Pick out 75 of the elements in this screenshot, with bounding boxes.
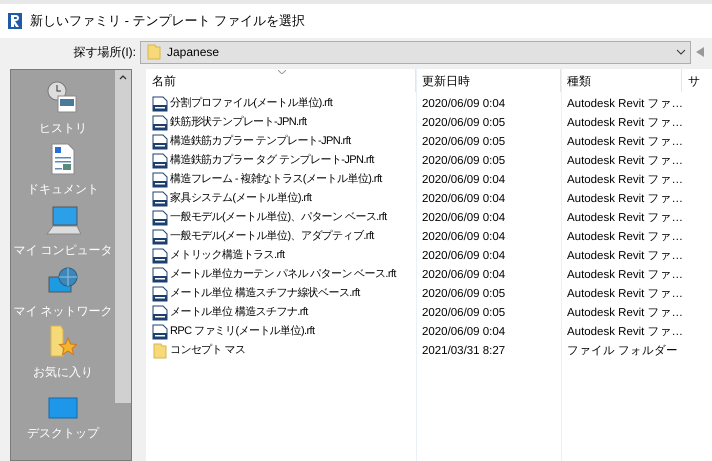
file-name[interactable]: メートル単位カーテン パネル パターン ベース.rft [170, 266, 396, 283]
folder-icon [147, 44, 161, 60]
modified-date: 2020/06/09 0:04 [422, 230, 506, 243]
location-dropdown[interactable]: Japanese [140, 40, 691, 64]
rft-file-icon [152, 266, 168, 282]
column-header[interactable]: 種類 [567, 72, 591, 90]
rft-file-icon [152, 152, 168, 168]
rft-file-icon [152, 324, 168, 340]
rft-file-icon [152, 172, 168, 188]
file-name[interactable]: 構造フレーム - 複雑なトラス(メートル単位).rft [170, 171, 382, 188]
modified-date: 2021/03/31 8:27 [422, 344, 506, 357]
modified-date: 2020/06/09 0:05 [422, 154, 506, 167]
folder-icon [153, 342, 167, 358]
desktop-icon [48, 397, 78, 419]
rft-file-icon [152, 248, 168, 264]
rft-file-icon [152, 210, 168, 226]
rft-file-icon [152, 190, 168, 206]
rft-file-icon [152, 228, 168, 244]
document-icon [51, 143, 75, 175]
scrollbar[interactable] [115, 70, 131, 403]
file-name[interactable]: 分割プロファイル(メートル単位).rft [170, 95, 332, 112]
location-value: Japanese [167, 44, 220, 61]
file-type: Autodesk Revit ファ… [567, 212, 684, 224]
modified-date: 2020/06/09 0:04 [422, 98, 506, 110]
scroll-up-icon[interactable] [119, 75, 127, 80]
modified-date: 2020/06/09 0:05 [422, 288, 506, 300]
modified-date: 2020/06/09 0:04 [422, 250, 506, 262]
file-name[interactable]: メトリック構造トラス.rft [170, 247, 284, 264]
rft-file-icon [152, 134, 168, 150]
file-type: Autodesk Revit ファ… [567, 230, 684, 243]
file-type: Autodesk Revit ファ… [567, 136, 684, 148]
file-name[interactable]: 構造鉄筋カプラー タグ テンプレート-JPN.rft [170, 152, 374, 169]
file-name[interactable]: 構造鉄筋カプラー テンプレート-JPN.rft [170, 133, 351, 150]
file-type: Autodesk Revit ファ… [567, 288, 684, 300]
column-header[interactable]: 更新日時 [422, 72, 470, 90]
rft-file-icon [152, 114, 168, 130]
file-type: Autodesk Revit ファ… [567, 326, 684, 338]
column-header[interactable]: 名前 [152, 72, 176, 90]
modified-date: 2020/06/09 0:04 [422, 326, 506, 338]
file-name[interactable]: 一般モデル(メートル単位)、パターン ベース.rft [170, 209, 387, 226]
file-type: Autodesk Revit ファ… [567, 250, 684, 262]
file-type: ファイル フォルダー [567, 344, 678, 357]
modified-date: 2020/06/09 0:05 [422, 116, 506, 129]
file-type: Autodesk Revit ファ… [567, 192, 684, 205]
sort-indicator-icon [278, 70, 286, 74]
file-name[interactable]: メートル単位 構造スチフナ線状ベース.rft [170, 285, 360, 302]
modified-date: 2020/06/09 0:05 [422, 136, 506, 148]
rft-file-icon [152, 96, 168, 112]
file-type: Autodesk Revit ファ… [567, 98, 684, 110]
back-arrow-icon[interactable] [696, 47, 704, 57]
file-type: Autodesk Revit ファ… [567, 116, 684, 129]
file-type: Autodesk Revit ファ… [567, 154, 684, 167]
modified-date: 2020/06/09 0:04 [422, 192, 506, 205]
file-name[interactable]: 鉄筋形状テンプレート-JPN.rft [170, 114, 306, 131]
modified-date: 2020/06/09 0:04 [422, 174, 506, 186]
rft-file-icon [152, 304, 168, 320]
modified-date: 2020/06/09 0:04 [422, 268, 506, 281]
file-type: Autodesk Revit ファ… [567, 268, 684, 281]
file-name[interactable]: メートル単位 構造スチフナ.rft [170, 304, 308, 321]
modified-date: 2020/06/09 0:04 [422, 212, 506, 224]
file-name[interactable]: 一般モデル(メートル単位)、アダプティブ.rft [170, 228, 374, 245]
folder-star-icon [49, 324, 77, 358]
chevron-down-icon [676, 49, 686, 55]
laptop-icon [45, 206, 81, 236]
app-logo-icon [8, 13, 22, 29]
column-header[interactable]: サ [688, 72, 700, 90]
file-name[interactable]: RPC ファミリ(メートル単位).rft [170, 323, 314, 340]
window-title: 新しいファミリ - テンプレート ファイルを選択 [30, 12, 306, 30]
file-type: Autodesk Revit ファ… [567, 174, 684, 186]
file-name[interactable]: コンセプト マス [170, 342, 246, 359]
modified-date: 2020/06/09 0:05 [422, 306, 506, 319]
location-label: 探す場所(I): [72, 44, 137, 61]
file-name[interactable]: 家具システム(メートル単位).rft [170, 190, 312, 207]
rft-file-icon [152, 286, 168, 302]
file-type: Autodesk Revit ファ… [567, 306, 684, 319]
